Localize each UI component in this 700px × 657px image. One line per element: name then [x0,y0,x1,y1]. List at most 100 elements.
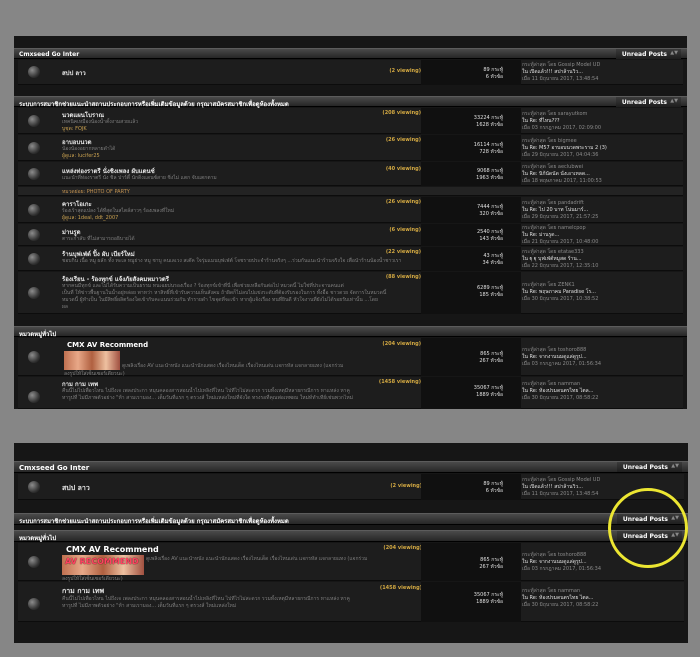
last-post-date: เมื่อ 30 มิถุนายน 2017, 08:58:22 [522,395,599,401]
category-header-members[interactable]: ระบบการสมาชิกช่วยแนะนำสถานประกอบการหรือเ… [14,96,687,108]
last-post-date: เมื่อ 03 กรกฎาคม 2017, 02:09:00 [522,125,602,131]
last-post-date: เมื่อ 30 มิถุนายน 2017, 08:58:22 [522,602,599,608]
board-stats: 9068 กระทู้ 1963 หัวข้อ [421,162,521,186]
board-status-icon [28,253,40,265]
last-post-topic[interactable]: ใน เปิดแล้ว!!! สปาล้านวิว... [522,484,600,491]
last-post-topic[interactable]: ใน Re: ที่ไหน??? [522,118,601,125]
category-header-go-inter[interactable]: Cmxseed Go Inter Unread Posts ▲▼ [14,461,688,473]
viewing-count: (1458 viewing) [379,379,421,385]
category-header-general[interactable]: หมวดหมู่ทั่วไป Unread Posts ▲▼ [14,530,688,542]
last-post-topic[interactable]: ใน Re: จากงานนมดูแล่ดูรูป... [522,354,601,361]
last-post-author[interactable]: กระทู้ล่าสุด โดย namman [522,381,598,388]
moderator-link[interactable]: บูชุด: FOJK [62,126,87,132]
last-post-topic[interactable]: ใน Re: พฤษภาคม Paradise โร... [522,289,598,296]
last-post-author[interactable]: กระทู้ล่าสุด โดย namman [522,588,598,595]
last-post-author[interactable]: กระทู้ล่าสุด โดย ZENK1 [522,282,598,289]
category-title[interactable]: Cmxseed Go Inter [19,51,79,58]
subboard-link[interactable]: หมวดย่อย: PHOTO OF PARTY [62,188,130,196]
board-status-icon [28,229,40,241]
board-description: ชอบกิน เนื้อ หมู ผลัก ทั้ง ทะเล หมูย่าง … [62,258,402,264]
last-post-author[interactable]: กระทู้ล่าสุด โดย aeclubwei [522,164,602,171]
last-post-author[interactable]: กระทู้ล่าสุด โดย toshoro888 [522,552,601,559]
category-title[interactable]: หมวดหมู่ทั่วไป [19,533,56,543]
board-banner-image[interactable] [64,351,120,370]
post-count: 185 หัวข้อ [479,292,503,298]
last-post-author[interactable]: กระทู้ล่าสุด โดย sarayutkom [522,111,601,118]
board-stats: 33224 กระทู้ 1628 หัวข้อ [421,108,521,134]
viewing-count: (22 viewing) [386,249,421,255]
board-title[interactable]: CMX AV Recommend [66,545,159,554]
board-moderators: ผู้ดูแล: lucifer25 [62,152,100,160]
moderator-link[interactable]: ผู้ดูแล: 1deal, ddt_2007 [62,215,118,221]
last-post: กระทู้ล่าสุด โดย ZENK1 ใน Re: พฤษภาคม Pa… [522,282,598,303]
last-post-topic[interactable]: ใน ฐุ ฐุ บุฟเฟ่ต์หมูสด ร้าน... [522,256,598,263]
board-status-icon [28,481,40,493]
last-post: กระทู้ล่าสุด โดย toshoro888 ใน Re: จากงา… [522,347,601,368]
collapse-icon[interactable]: ▲▼ [671,463,679,469]
board-description-line: ดูเพลิงเรื่อง AV แนะนำหนัง แนะนำนักแสดง … [122,363,344,369]
unread-posts-label: Unread Posts [621,51,667,58]
last-post-topic[interactable]: ใน Re: จากงานนมดูแล่ดูรูป... [522,559,601,566]
board-description-line: หารูปที่ ไม่มีภาพตัวอย่าง "ห้า สามเรามอง… [62,395,353,401]
board-stats: 35067 กระทู้ 1889 หัวข้อ [421,377,521,409]
last-post-topic[interactable]: ใน Re: M57 อาบอบนวดพระราม 2 (3) [522,145,607,152]
viewing-count-text: (204 viewing) [383,545,422,551]
last-post-author[interactable]: กระทู้ล่าสุด โดย bigmee [522,138,607,145]
last-post-author[interactable]: กระทู้ล่าสุด โดย pandadrift [522,200,598,207]
last-post: กระทู้ล่าสุด โดย namelcpop ใน Re: ม่านรู… [522,225,598,246]
board-status-icon [28,287,40,299]
viewing-count-text: (22 viewing) [385,249,421,255]
category-header-members[interactable]: ระบบการสมาชิกช่วยแนะนำสถานประกอบการหรือเ… [14,513,688,525]
last-post-author[interactable]: กระทู้ล่าสุด โดย toshoro888 [522,347,601,354]
category-title[interactable]: Cmxseed Go Inter [19,464,89,472]
board-title[interactable]: สปป ลาว [62,483,90,494]
board-status-icon [28,142,40,154]
last-post-topic[interactable]: ใน Re: ไป 20 บาท โน่นมาร์... [522,207,598,214]
board-stats: 89 กระทู้ 6 หัวข้อ [421,474,521,500]
viewing-count-text: (204 viewing) [382,341,421,347]
viewing-count-text: (2 viewing) [390,483,422,489]
last-post-author[interactable]: กระทู้ล่าสุด โดย etatae333 [522,249,598,256]
category-title[interactable]: ระบบการสมาชิกช่วยแนะนำสถานประกอบการหรือเ… [19,516,289,526]
viewing-count: (26 viewing) [386,199,421,205]
unread-posts-button[interactable]: Unread Posts ▲▼ [615,97,681,107]
last-post-date: เมื่อ 03 กรกฎาคม 2017, 01:56:34 [522,361,602,367]
board-status-icon [28,204,40,216]
moderator-link[interactable]: ผู้ดูแล: lucifer25 [62,153,100,159]
last-post-author[interactable]: กระทู้ล่าสุด โดย namelcpop [522,225,598,232]
board-banner-image[interactable]: AV RECOMMEND [62,555,144,575]
category-header-general[interactable]: หมวดหมู่ทั่วไป [14,326,687,338]
last-post-topic[interactable]: ใน Re: ม่านรูด... [522,232,598,239]
last-post-topic[interactable]: ใน Re: นิก้นัดนัด นั่งเอาเหลด... [522,171,602,178]
last-post-date: เมื่อ 30 มิถุนายน 2017, 10:38:52 [522,296,599,302]
board-description-line: หมวดนี้ ผู้ทำเป็น ในมีสิทธิ์ผลิตร้องใดเข… [62,297,378,303]
post-count: 1963 หัวข้อ [476,175,503,181]
last-post-date: เมื่อ 11 มิถุนายน 2017, 13:48:54 [522,76,599,82]
unread-posts-button[interactable]: Unread Posts ▲▼ [615,49,681,59]
collapse-icon[interactable]: ▲▼ [670,50,678,56]
viewing-count-text: (6 viewing) [389,227,421,233]
post-count: 34 หัวข้อ [482,260,503,266]
board-title[interactable]: สปป ลาว [62,68,86,78]
last-post-author[interactable]: กระทู้ล่าสุด โดย Gossip Model UD [522,477,600,484]
last-post-topic[interactable]: ใน Re: ห้องปรมดนตรไทย ไตล... [522,595,598,602]
board-stats: 35067 กระทู้ 1889 หัวข้อ [421,582,521,622]
last-post: กระทู้ล่าสุด โดย pandadrift ใน Re: ไป 20… [522,200,598,221]
unread-posts-button[interactable]: Unread Posts ▲▼ [616,462,682,472]
board-stats: 865 กระทู้ 267 หัวข้อ [421,543,521,581]
last-post-author[interactable]: กระทู้ล่าสุด โดย Gossip Model UD [522,62,600,69]
collapse-icon[interactable]: ▲▼ [670,98,678,104]
board-title[interactable]: CMX AV Recommend [67,341,148,349]
last-post: กระทู้ล่าสุด โดย bigmee ใน Re: M57 อาบอบ… [522,138,607,159]
post-count: 1628 หัวข้อ [476,122,503,128]
last-post-topic[interactable]: ใน Re: ห้องปรมดนตรไทย ไตล... [522,388,598,395]
category-header-go-inter[interactable]: Cmxseed Go Inter Unread Posts ▲▼ [14,48,687,59]
board-row: คาราโอเกะ ร้องเร้าสุดแปลง ได้ที่สุดในสไต… [18,197,683,223]
subboard-row: หมวดย่อย: PHOTO OF PARTY [18,187,683,196]
board-row: กาม กาม เทพ คืนนี้ไม่ไปเพื่อวไหน ไปถึงเจ… [18,582,684,622]
board-moderators: บูชุด: FOJK [62,125,87,133]
forum-screenshot-bottom: Cmxseed Go Inter Unread Posts ▲▼ สปป ลาว … [14,443,688,643]
viewing-count: (1458 viewing) [380,585,422,591]
post-count: 1889 หัวข้อ [476,392,503,398]
last-post-topic[interactable]: ใน เปิดแล้ว!!! สปาล้านวิว... [522,69,600,76]
